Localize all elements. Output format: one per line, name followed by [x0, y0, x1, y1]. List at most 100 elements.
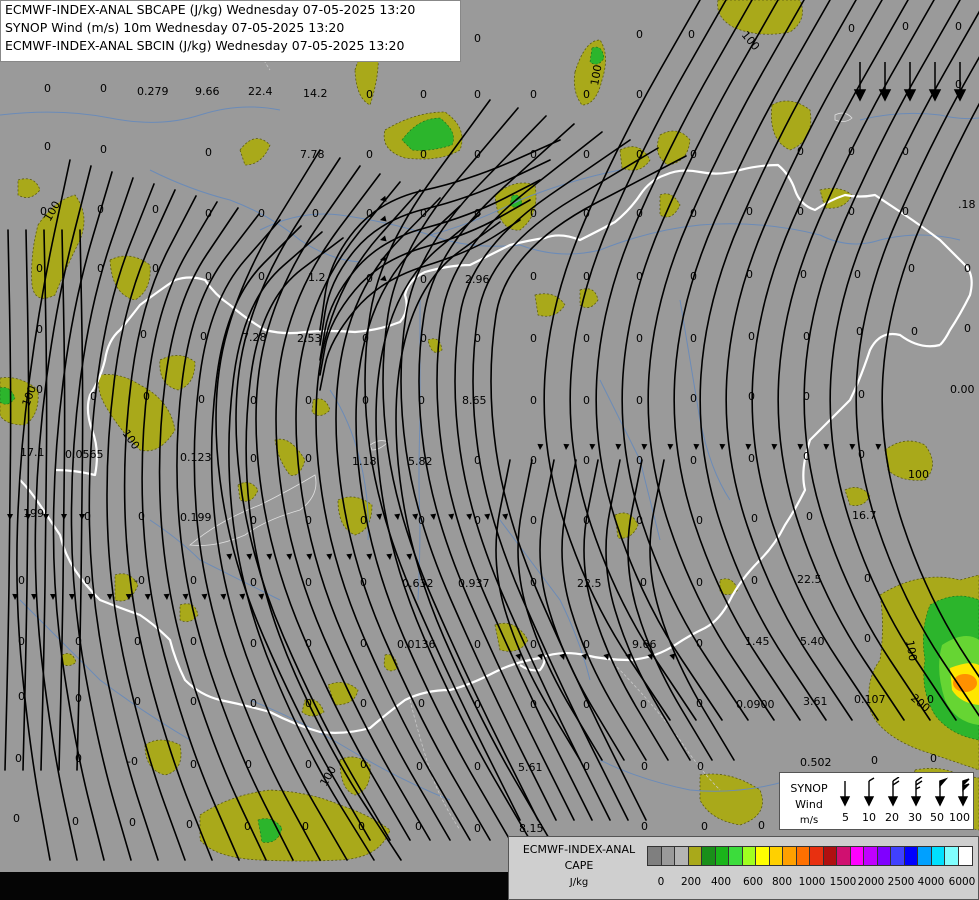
sbcin-value: 8.15 [519, 822, 544, 835]
sbcin-value: 0 [418, 514, 425, 527]
synop-speed-20: 20 [885, 811, 899, 824]
sbcin-value: 0 [696, 637, 703, 650]
sbcin-value: 0 [134, 695, 141, 708]
cape-legend-tick: 400 [710, 876, 732, 888]
sbcin-value: 3.61 [803, 695, 828, 708]
sbcin-value: 0 [305, 758, 312, 771]
sbcin-value: 0 [305, 514, 312, 527]
sbcin-value: 0 [75, 635, 82, 648]
sbcin-value: 0 [858, 448, 865, 461]
sbcin-value: 0 [748, 452, 755, 465]
sbcin-value: 0 [420, 88, 427, 101]
synop-speed-100: 100 [949, 811, 970, 824]
sbcin-value: 0 [72, 815, 79, 828]
sbcin-value: 0 [530, 394, 537, 407]
sbcin-value: 0 [530, 332, 537, 345]
sbcin-value: 0 [696, 576, 703, 589]
sbcin-value: 0 [100, 82, 107, 95]
sbcin-value: 0 [751, 574, 758, 587]
sbcin-value: 0 [474, 760, 481, 773]
sbcin-value: 0 [18, 574, 25, 587]
header-cape-title: ECMWF-INDEX-ANAL SBCAPE (J/kg) Wednesday… [5, 2, 416, 17]
sbcin-value: 0 [902, 205, 909, 218]
sbcin-value: 0 [696, 514, 703, 527]
sbcin-value: 0 [806, 510, 813, 523]
sbcin-value: 0 [244, 820, 251, 833]
synop-speed-30: 30 [908, 811, 922, 824]
weather-map: 0 0 0 0 0 0 0 0 0 0 0.279 9.66 22.4 14.2 0 0 0 0 0 0 0 0 0 0 7.7… [0, 0, 979, 900]
sbcin-value: 0 [366, 207, 373, 220]
synop-legend-unit: m/s [799, 815, 819, 826]
sbcin-value: 0 [474, 698, 481, 711]
sbcin-value: 0 [474, 638, 481, 651]
sbcin-value: 0 [583, 514, 590, 527]
sbcin-value: 0 [305, 394, 312, 407]
sbcin-value: 0 [44, 82, 51, 95]
sbcin-value: 0 [858, 388, 865, 401]
sbcin-value: 0.0900 [736, 698, 775, 711]
sbcin-value: 0 [803, 330, 810, 343]
sbcin-value: 5.40 [800, 635, 825, 648]
sbcin-value: 7.28 [242, 331, 267, 344]
sbcin-value: 0 [908, 262, 915, 275]
sbcin-value: 2.96 [465, 273, 490, 286]
sbcin-value: 0 [366, 88, 373, 101]
sbcin-value: 0 [955, 78, 962, 91]
sbcin-value: 22.4 [248, 85, 273, 98]
sbcin-value: 0 [418, 394, 425, 407]
sbcin-value: 0 [474, 454, 481, 467]
sbcin-value: 0 [258, 270, 265, 283]
sbcin-value: 0 [100, 143, 107, 156]
sbcin-value: 0 [18, 690, 25, 703]
sbcin-value: 0 [641, 760, 648, 773]
sbcin-value: 0 [305, 576, 312, 589]
sbcin-value: 0 [696, 697, 703, 710]
sbcin-value: 0 [90, 390, 97, 403]
cape-color-legend: ECMWF-INDEX-ANAL CAPE J/kg 0 200 400 600 800… [508, 836, 979, 900]
sbcin-value: 0 [864, 632, 871, 645]
sbcin-value: 0 [848, 22, 855, 35]
sbcin-value: 0 [420, 207, 427, 220]
sbcin-value: -0 [127, 755, 138, 768]
sbcin-value: 0 [583, 148, 590, 161]
sbcin-value: 0 [701, 820, 708, 833]
cape-legend-tick: 1000 [798, 876, 826, 888]
sbcin-value: 0 [636, 394, 643, 407]
sbcin-value: 0 [305, 637, 312, 650]
sbcin-value: 5.61 [518, 761, 543, 774]
sbcin-value: 0 [854, 268, 861, 281]
synop-legend-arrows [839, 777, 970, 807]
header-wind-title: SYNOP Wind (m/s) 10m Wednesday 07-05-202… [5, 20, 345, 35]
sbcin-value: 0 [420, 332, 427, 345]
sbcin-value: 0 [420, 273, 427, 286]
sbcin-value: 0 [360, 758, 367, 771]
sbcin-value: 0 [358, 820, 365, 833]
cape-legend-tick: 6000 [948, 876, 976, 888]
sbcin-value: 0 [583, 88, 590, 101]
sbcin-value: -0 [134, 574, 145, 587]
sbcin-value: 0 [583, 454, 590, 467]
cape-legend-tick: 800 [771, 876, 793, 888]
sbcin-value: 0 [636, 148, 643, 161]
sbcin-value: 0 [530, 638, 537, 651]
sbcin-value: 0 [140, 328, 147, 341]
sbcin-value: 0 [748, 330, 755, 343]
sbcin-value: 0.00 [950, 383, 975, 396]
sbcin-value: 0.0565 [65, 448, 104, 461]
sbcin-value: 0 [636, 332, 643, 345]
sbcin-value: 1.2 [308, 271, 326, 284]
sbcin-value: 0 [803, 390, 810, 403]
sbcin-value: 0 [84, 510, 91, 523]
cape-legend-tick: 600 [742, 876, 764, 888]
sbcin-value: 0 [530, 576, 537, 589]
sbcin-value: 16.7 [852, 509, 877, 522]
sbcin-value: 0 [583, 394, 590, 407]
sbcin-value: 0 [190, 574, 197, 587]
sbcin-value: 0 [583, 332, 590, 345]
cape-legend-tick: 2000 [857, 876, 885, 888]
sbcin-value: 0 [474, 207, 481, 220]
sbcin-value: 0 [530, 698, 537, 711]
sbcin-value: 0 [186, 818, 193, 831]
sbcin-value: 0 [366, 148, 373, 161]
sbcin-value: 0 [583, 638, 590, 651]
